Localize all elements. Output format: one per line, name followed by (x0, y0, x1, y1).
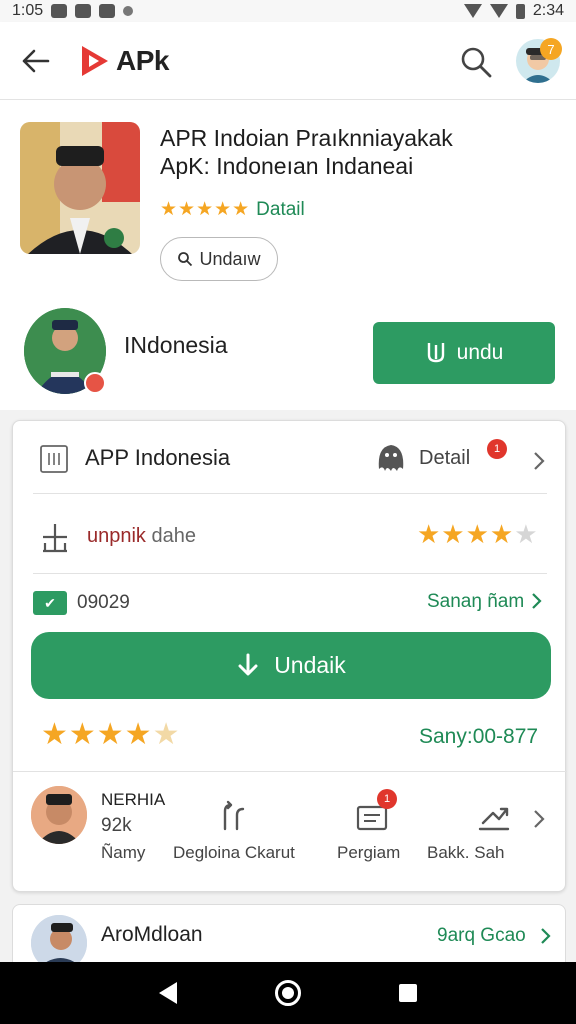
app-row-title: APP Indonesia (85, 445, 231, 470)
app-icon-portrait (20, 122, 140, 254)
wifi-icon (463, 4, 482, 18)
stat-back-label: Bakk. Sah (427, 843, 505, 862)
chevron-right-icon (541, 928, 551, 944)
nav-home-icon[interactable] (275, 980, 301, 1006)
install-button[interactable]: undu (373, 322, 555, 384)
status-clock: 2:34 (532, 2, 564, 19)
battery-icon (515, 3, 525, 19)
developer-name: INdonesia (124, 332, 228, 358)
hero-section: APR Indoian Praıknniayakak ApK: Indoneıa… (0, 100, 576, 410)
chevron-right-icon[interactable] (529, 809, 549, 829)
download-button[interactable]: Undaik (31, 632, 551, 699)
notification-badge: 7 (540, 38, 562, 60)
status-bar: 1:05 2:34 (0, 0, 576, 22)
status-time: 1:05 (12, 2, 44, 19)
app-notification-icon (75, 4, 92, 18)
message-icon (99, 4, 116, 18)
divider (33, 493, 547, 494)
related-link[interactable]: 9arq Gcao (437, 925, 526, 947)
chevron-right-icon[interactable] (529, 451, 549, 471)
system-nav-bar (0, 962, 576, 1024)
see-more-label: Sanaŋ ñam (427, 591, 525, 612)
author-caption: Ñamy (101, 843, 146, 862)
chip-label: Undaıw (199, 248, 261, 269)
app-grid-icon (40, 445, 68, 473)
detail-badge: 1 (487, 439, 507, 459)
app-info-card: APP Indonesia Detail 1 unpnik dahe ★★★★★… (12, 420, 567, 892)
author-avatar[interactable] (31, 786, 87, 844)
detail-link[interactable]: Datail (256, 199, 305, 221)
divider (33, 573, 547, 574)
status-left: 1:05 (12, 2, 134, 20)
see-more-link[interactable]: Sanaŋ ñam (427, 591, 524, 613)
chevron-right-icon (532, 593, 542, 609)
mascot-icon (378, 445, 404, 471)
nav-recents-icon[interactable] (399, 984, 417, 1002)
dot-icon (123, 6, 134, 16)
stat-downloads-label: Degloina Ckarut (173, 843, 295, 862)
author-name: NERHIA (101, 790, 166, 809)
search-icon[interactable] (458, 44, 494, 80)
search-chip-button[interactable]: Undaıw (160, 237, 278, 281)
notification-icon (51, 4, 68, 18)
trend-arrow-icon (478, 807, 510, 831)
user-stars-filled: ★★★★ (41, 718, 153, 751)
nav-back-icon[interactable] (159, 982, 177, 1004)
stat-downloads[interactable] (217, 799, 251, 835)
category-text-red: unpnik (87, 525, 146, 547)
app-size: Sany:00-877 (419, 725, 539, 748)
hero-rating: ★★★★★ Datail (160, 198, 305, 221)
play-logo-icon (82, 45, 108, 76)
app-logo: APk (80, 44, 169, 78)
user-rating-stars: ★★★★★ (41, 717, 180, 752)
divider (13, 771, 567, 772)
stat-back[interactable] (477, 799, 511, 835)
download-label: Undaik (274, 652, 346, 678)
rating-stars: ★★★★★ (160, 199, 251, 220)
checkbox[interactable]: ✔ (33, 591, 67, 615)
app-title-line2: ApK: Indoneıan Indaneai (160, 153, 414, 179)
app-detail-link[interactable]: Detail (419, 447, 470, 470)
stat-program-label: Pergiam (337, 843, 401, 862)
category-rating-stars: ★★★★★ (417, 519, 539, 550)
version-code: 09029 (77, 592, 130, 613)
category-stars-filled: ★★★★ (417, 519, 515, 549)
program-badge: 1 (377, 789, 397, 809)
category-stars-empty: ★ (514, 519, 539, 549)
chip-search-icon (178, 252, 193, 267)
download-icon (427, 343, 444, 363)
download-arrow-icon (238, 653, 258, 675)
user-stars-empty: ★ (152, 718, 181, 751)
category-text-grey: dahe (145, 525, 196, 547)
install-label: undu (456, 341, 504, 364)
anchor-icon (43, 524, 67, 553)
screen: 1:05 2:34 APk 7 APR Indoian Praıknniayak… (0, 0, 576, 1024)
status-right: 2:34 (463, 2, 564, 20)
signal-icon (489, 4, 508, 18)
app-title: APk (116, 44, 169, 76)
developer-verified-badge (84, 372, 106, 394)
related-name: AroMdloan (101, 923, 203, 946)
back-arrow-icon[interactable] (20, 45, 52, 77)
category-text: unpnik dahe (87, 525, 196, 548)
app-bar: APk 7 (0, 22, 576, 100)
app-title-line1: APR Indoian Praıknniayakak (160, 125, 453, 151)
share-users-icon (223, 800, 245, 831)
author-count: 92k (101, 815, 132, 836)
app-title-text: APR Indoian Praıknniayakak ApK: Indoneıa… (160, 124, 560, 180)
